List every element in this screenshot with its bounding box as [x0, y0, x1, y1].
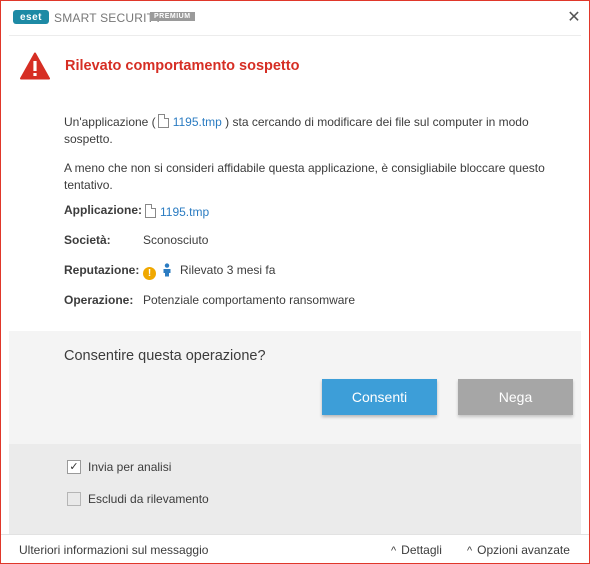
- desc-suffix-2: sospetto.: [64, 132, 113, 146]
- company-link[interactable]: Sconosciuto: [143, 233, 208, 247]
- advanced-options-label: Opzioni avanzate: [477, 543, 570, 557]
- application-label: Applicazione:: [64, 203, 143, 217]
- exclude-detection-label: Escludi da rilevamento: [88, 492, 209, 506]
- details-label: Dettagli: [401, 543, 442, 557]
- file-icon: [145, 204, 156, 218]
- exclude-detection-checkbox[interactable]: [67, 492, 81, 506]
- alert-title: Rilevato comportamento sospetto: [65, 58, 300, 74]
- chevron-up-icon: ^: [467, 545, 473, 557]
- header-divider: [9, 35, 581, 36]
- details-toggle[interactable]: ^ Dettagli: [391, 543, 442, 557]
- exclude-detection-option[interactable]: Escludi da rilevamento: [67, 492, 209, 506]
- deny-button[interactable]: Nega: [458, 379, 573, 415]
- file-link[interactable]: 1195.tmp: [173, 115, 222, 129]
- reputation-label: Reputazione:: [64, 263, 140, 277]
- reputation-text: Rilevato 3 mesi fa: [180, 263, 276, 277]
- recommendation-line-2: tentativo.: [64, 178, 113, 192]
- titlebar: eset SMART SECURITY PREMIUM ✕: [1, 1, 589, 35]
- operation-value: Potenziale comportamento ransomware: [143, 293, 356, 307]
- advanced-options-toggle[interactable]: ^ Opzioni avanzate: [467, 543, 570, 557]
- reputation-value: ! Rilevato 3 mesi fa: [143, 263, 275, 280]
- company-label: Società:: [64, 233, 111, 247]
- edition-badge: PREMIUM: [150, 12, 195, 21]
- operation-label: Operazione:: [64, 293, 134, 307]
- close-icon[interactable]: ✕: [565, 8, 583, 26]
- reputation-warning-icon: !: [143, 267, 156, 280]
- decision-panel: Consentire questa operazione? Consenti N…: [9, 331, 581, 444]
- file-icon: [157, 114, 169, 128]
- alert-recommendation: A meno che non si consideri affidabile q…: [64, 160, 554, 194]
- alert-window: eset SMART SECURITY PREMIUM ✕ Rilevato c…: [0, 0, 590, 564]
- submit-analysis-option[interactable]: ✓ Invia per analisi: [67, 460, 171, 474]
- application-value: 1195.tmp: [143, 204, 209, 219]
- alert-description: Un'applicazione ( 1195.tmp ) sta cercando…: [64, 114, 554, 148]
- application-link[interactable]: 1195.tmp: [160, 205, 209, 219]
- allow-button[interactable]: Consenti: [322, 379, 437, 415]
- warning-triangle-icon: [20, 52, 50, 80]
- submit-analysis-checkbox[interactable]: ✓: [67, 460, 81, 474]
- decision-question: Consentire questa operazione?: [64, 348, 266, 364]
- options-panel: ✓ Invia per analisi Escludi da rilevamen…: [9, 444, 581, 534]
- eset-logo: eset: [13, 10, 49, 24]
- user-icon: [163, 263, 171, 277]
- app-name: SMART SECURITY: [54, 11, 163, 25]
- footer: Ulteriori informazioni sul messaggio ^ De…: [1, 534, 589, 563]
- submit-analysis-label: Invia per analisi: [88, 460, 172, 474]
- more-info-link[interactable]: Ulteriori informazioni sul messaggio: [19, 543, 208, 557]
- desc-suffix: ) sta cercando di modificare dei file su…: [221, 115, 529, 129]
- desc-prefix: Un'applicazione (: [64, 115, 156, 129]
- recommendation-line-1: A meno che non si consideri affidabile q…: [64, 161, 545, 175]
- chevron-up-icon: ^: [391, 545, 397, 557]
